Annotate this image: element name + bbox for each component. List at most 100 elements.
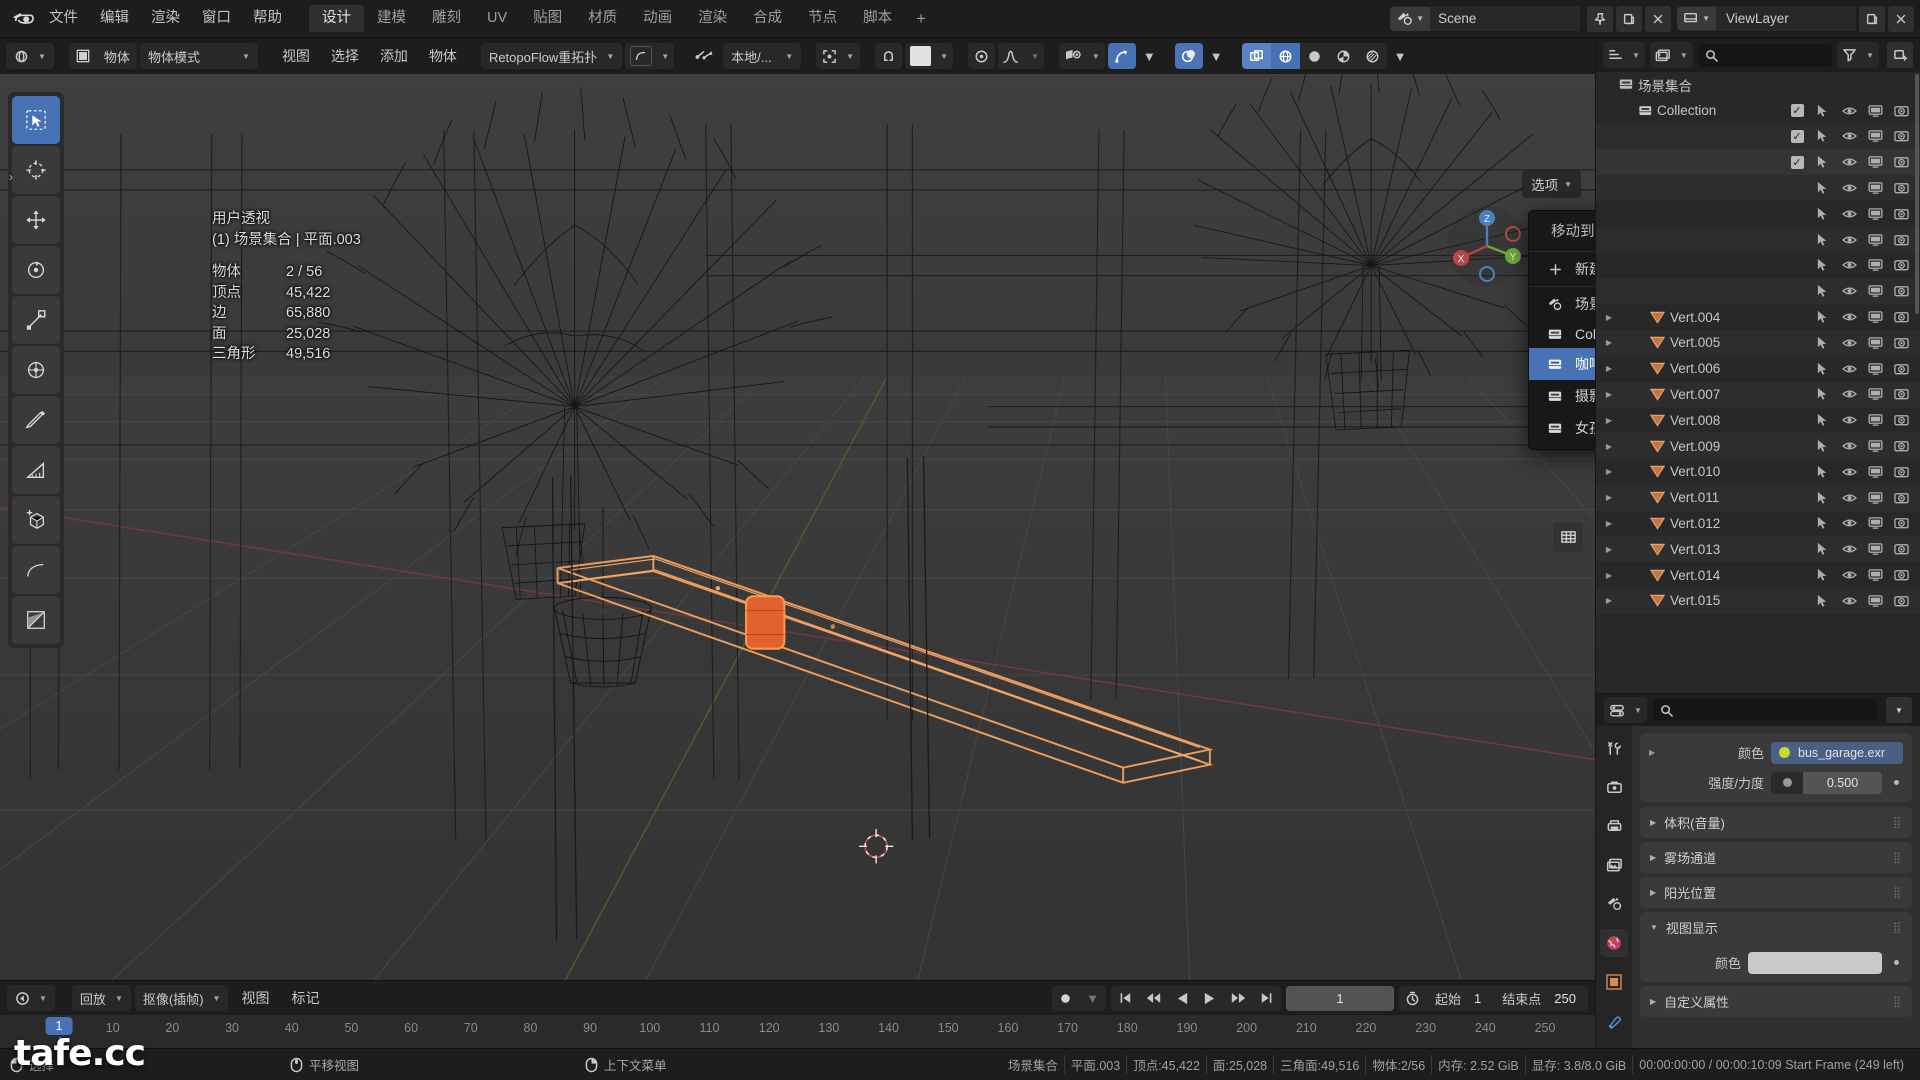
eye-icon[interactable] <box>1836 383 1862 405</box>
camera-icon[interactable] <box>1888 435 1914 457</box>
camera-icon[interactable] <box>1888 177 1914 199</box>
select-arrow-icon[interactable] <box>1810 254 1836 276</box>
monitor-icon[interactable] <box>1862 177 1888 199</box>
workspace-tab-animation[interactable]: 动画 <box>630 5 685 33</box>
add-workspace-button[interactable]: + <box>905 5 937 32</box>
auto-keying-toggle[interactable]: ▼ <box>1052 985 1107 1011</box>
panel-mist-pass[interactable]: ▶ 雾场通道 ⣿ <box>1640 842 1912 873</box>
eye-icon[interactable] <box>1836 254 1862 276</box>
viewlayer-name-field[interactable]: ViewLayer <box>1716 6 1856 31</box>
toggle-ortho-icon[interactable] <box>1553 522 1583 552</box>
properties-search-input[interactable] <box>1652 699 1877 721</box>
menu-render[interactable]: 渲染 <box>140 7 191 31</box>
select-arrow-icon[interactable] <box>1810 461 1836 483</box>
eye-icon[interactable] <box>1836 461 1862 483</box>
camera-icon[interactable] <box>1888 358 1914 380</box>
select-arrow-icon[interactable] <box>1810 512 1836 534</box>
new-collection-icon[interactable] <box>1887 42 1913 68</box>
monitor-icon[interactable] <box>1862 280 1888 302</box>
camera-icon[interactable] <box>1888 512 1914 534</box>
eye-icon[interactable] <box>1836 100 1862 122</box>
playback-transport[interactable] <box>1111 985 1282 1011</box>
new-viewlayer-icon[interactable] <box>1859 5 1885 32</box>
menu-file[interactable]: 文件 <box>38 7 89 31</box>
menu-window[interactable]: 窗口 <box>191 7 242 31</box>
menu-edit[interactable]: 编辑 <box>89 7 140 31</box>
select-arrow-icon[interactable] <box>1810 229 1836 251</box>
pin-icon[interactable] <box>1587 5 1614 32</box>
eye-icon[interactable] <box>1836 151 1862 173</box>
viewlayer-icon[interactable]: ▼ <box>1677 7 1716 30</box>
shading-solid-icon[interactable] <box>1300 43 1329 69</box>
select-arrow-icon[interactable] <box>1810 435 1836 457</box>
monitor-icon[interactable] <box>1862 435 1888 457</box>
disclosure-triangle-icon[interactable]: ▶ <box>1602 313 1616 322</box>
retopo-tool-icon[interactable]: ▼ <box>625 43 675 69</box>
select-arrow-icon[interactable] <box>1810 306 1836 328</box>
monitor-icon[interactable] <box>1862 461 1888 483</box>
timeline-icon[interactable]: ▼ <box>7 985 55 1011</box>
object-visibility-icon[interactable]: ▼ <box>1058 43 1105 69</box>
shading-dropdown[interactable]: ▼ <box>1390 43 1411 69</box>
eye-icon[interactable] <box>1836 332 1862 354</box>
outliner-row[interactable] <box>1596 278 1920 305</box>
monitor-icon[interactable] <box>1862 203 1888 225</box>
tool-annotate[interactable] <box>12 396 60 444</box>
tool-rotate[interactable] <box>12 246 60 294</box>
disclosure-triangle-icon[interactable]: ▶ <box>1602 416 1616 425</box>
keying-dropdown[interactable]: ▼ <box>1079 986 1106 1011</box>
panel-sun-position[interactable]: ▶ 阳光位置 ⣿ <box>1640 877 1912 908</box>
panel-volume[interactable]: ▶ 体积(音量) ⣿ <box>1640 807 1912 838</box>
eye-icon[interactable] <box>1836 358 1862 380</box>
monitor-icon[interactable] <box>1862 358 1888 380</box>
eye-icon[interactable] <box>1836 435 1862 457</box>
select-arrow-icon[interactable] <box>1810 203 1836 225</box>
outliner-row[interactable]: ✓ <box>1596 149 1920 176</box>
viewport-options-dropdown[interactable]: 选项 ▼ <box>1522 170 1581 198</box>
viewport-menu-select[interactable]: 选择 <box>322 43 368 69</box>
monitor-icon[interactable] <box>1862 512 1888 534</box>
tool-move[interactable] <box>12 196 60 244</box>
properties-options-dropdown[interactable]: ▼ <box>1886 697 1912 723</box>
outliner-row[interactable]: ▶ Vert.013 <box>1596 536 1920 563</box>
editor-type-3dview-icon[interactable]: ▼ <box>6 43 54 69</box>
disclosure-triangle-icon[interactable]: ▶ <box>1602 442 1616 451</box>
mode-short-label[interactable]: 物体 <box>97 43 137 69</box>
outliner-row-scene-collection[interactable]: 场景集合 <box>1596 72 1920 98</box>
eye-icon[interactable] <box>1836 203 1862 225</box>
outliner-row[interactable]: ▶ Vert.011 <box>1596 484 1920 511</box>
disclosure-triangle-icon[interactable]: ▶ <box>1602 390 1616 399</box>
transform-pivot-icon[interactable] <box>689 43 720 69</box>
object-mode-icon[interactable] <box>69 43 97 69</box>
eye-icon[interactable] <box>1836 590 1862 612</box>
monitor-icon[interactable] <box>1862 487 1888 509</box>
gizmo-dropdown[interactable]: ▼ <box>1139 43 1160 69</box>
outliner-row[interactable]: ▶ Vert.010 <box>1596 459 1920 485</box>
outliner-row[interactable]: ▶ Vert.007 <box>1596 381 1920 408</box>
select-arrow-icon[interactable] <box>1810 409 1836 431</box>
menu-item-collection[interactable]: Collection <box>1529 320 1595 348</box>
camera-icon[interactable] <box>1888 383 1914 405</box>
overlays-icon[interactable] <box>1174 43 1203 69</box>
menu-item-cafe-foreground[interactable]: 咖啡屋前景 ▶ <box>1529 348 1595 380</box>
eye-icon[interactable] <box>1836 538 1862 560</box>
disclosure-triangle-icon[interactable]: ▶ <box>1602 571 1616 580</box>
eye-icon[interactable] <box>1836 564 1862 586</box>
outliner-icon[interactable]: ▼ <box>1603 42 1645 68</box>
tool-select-box[interactable] <box>12 96 60 144</box>
outliner-row[interactable] <box>1596 201 1920 227</box>
monitor-icon[interactable] <box>1862 590 1888 612</box>
proportional-falloff-dropdown[interactable]: ▼ <box>998 43 1044 69</box>
select-arrow-icon[interactable] <box>1810 100 1836 122</box>
viewport-3d[interactable]: › 用户透视 (1) 场景集合 | 平面.003 物体 2 / 56 顶点 45… <box>0 74 1595 980</box>
next-keyframe-icon[interactable] <box>1223 986 1253 1011</box>
jump-end-icon[interactable] <box>1253 986 1281 1011</box>
properties-tab-render[interactable] <box>1600 773 1628 801</box>
outliner-row[interactable]: Collection ✓ <box>1596 98 1920 124</box>
disclosure-triangle-icon[interactable]: ▶ <box>1602 545 1616 554</box>
outliner-row[interactable] <box>1596 253 1920 279</box>
panel-custom-properties[interactable]: ▶ 自定义属性 ⣿ <box>1640 986 1912 1017</box>
monitor-icon[interactable] <box>1862 151 1888 173</box>
menu-item-scene-collection[interactable]: 场景集合 <box>1529 288 1595 320</box>
interaction-mode-selector[interactable]: 物体 <box>68 43 137 69</box>
